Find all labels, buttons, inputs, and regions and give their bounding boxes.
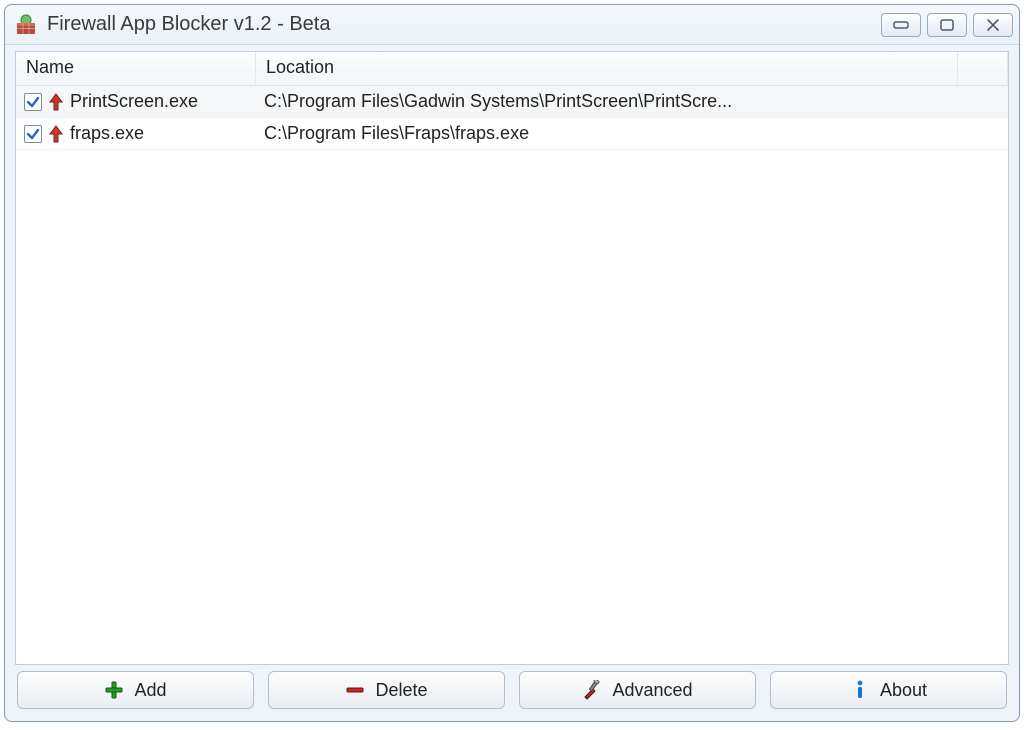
blocked-outbound-icon bbox=[48, 92, 64, 112]
tools-icon bbox=[582, 680, 602, 700]
app-window: Firewall App Blocker v1.2 - Beta N bbox=[4, 4, 1020, 722]
maximize-icon bbox=[939, 18, 955, 32]
close-icon bbox=[985, 18, 1001, 32]
checkmark-icon bbox=[26, 95, 40, 109]
row-name: PrintScreen.exe bbox=[70, 91, 260, 112]
app-icon bbox=[15, 14, 37, 36]
list-body: PrintScreen.exe C:\Program Files\Gadwin … bbox=[16, 86, 1008, 150]
list-header[interactable]: Name Location bbox=[16, 52, 1008, 86]
column-header-name[interactable]: Name bbox=[16, 52, 256, 85]
list-row[interactable]: PrintScreen.exe C:\Program Files\Gadwin … bbox=[16, 86, 1008, 118]
window-title: Firewall App Blocker v1.2 - Beta bbox=[47, 13, 881, 36]
blocked-outbound-icon bbox=[48, 124, 64, 144]
add-button[interactable]: Add bbox=[17, 671, 254, 709]
row-checkbox[interactable] bbox=[24, 125, 42, 143]
add-button-label: Add bbox=[134, 680, 166, 701]
row-location: C:\Program Files\Fraps\fraps.exe bbox=[260, 123, 1008, 144]
window-controls bbox=[881, 13, 1013, 37]
advanced-button[interactable]: Advanced bbox=[519, 671, 756, 709]
delete-button[interactable]: Delete bbox=[268, 671, 505, 709]
row-name: fraps.exe bbox=[70, 123, 260, 144]
app-list[interactable]: Name Location PrintScree bbox=[15, 51, 1009, 665]
minus-icon bbox=[345, 680, 365, 700]
client-area: Name Location PrintScree bbox=[5, 45, 1019, 721]
column-header-tail[interactable] bbox=[958, 52, 1008, 85]
delete-button-label: Delete bbox=[375, 680, 427, 701]
close-button[interactable] bbox=[973, 13, 1013, 37]
advanced-button-label: Advanced bbox=[612, 680, 692, 701]
list-row[interactable]: fraps.exe C:\Program Files\Fraps\fraps.e… bbox=[16, 118, 1008, 150]
about-button[interactable]: About bbox=[770, 671, 1007, 709]
row-checkbox[interactable] bbox=[24, 93, 42, 111]
minimize-icon bbox=[892, 19, 910, 31]
row-location: C:\Program Files\Gadwin Systems\PrintScr… bbox=[260, 91, 1008, 112]
about-button-label: About bbox=[880, 680, 927, 701]
column-header-location[interactable]: Location bbox=[256, 52, 958, 85]
plus-icon bbox=[104, 680, 124, 700]
minimize-button[interactable] bbox=[881, 13, 921, 37]
button-bar: Add Delete Advanced bbox=[15, 665, 1009, 711]
maximize-button[interactable] bbox=[927, 13, 967, 37]
checkmark-icon bbox=[26, 127, 40, 141]
info-icon bbox=[850, 680, 870, 700]
titlebar[interactable]: Firewall App Blocker v1.2 - Beta bbox=[5, 5, 1019, 45]
